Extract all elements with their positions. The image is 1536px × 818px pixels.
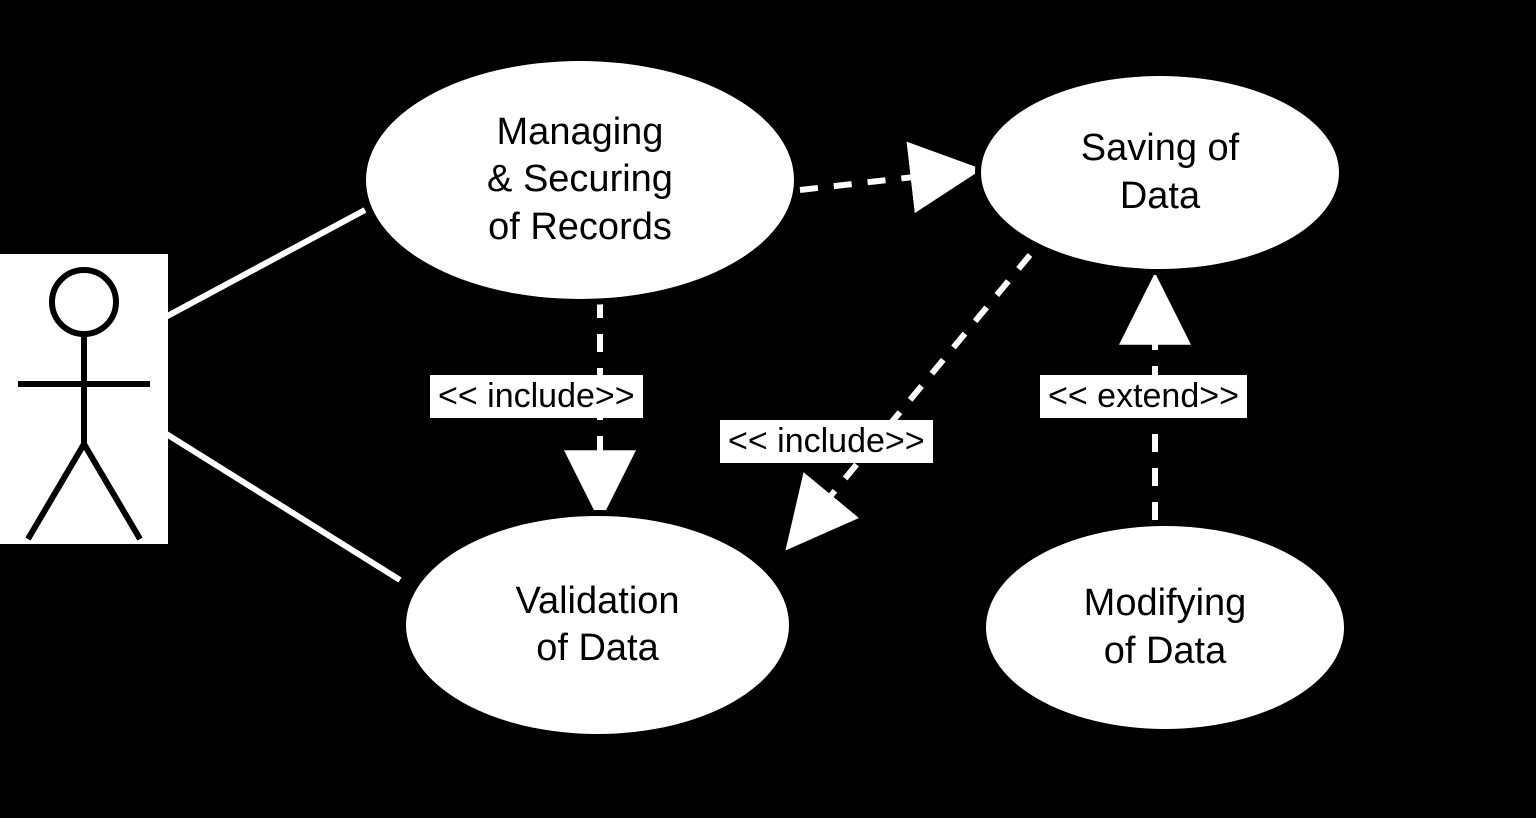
stereotype-include-1: << include>> [430, 375, 643, 418]
usecase-text: Validation [515, 580, 679, 622]
stereotype-extend: << extend>> [1040, 375, 1247, 418]
usecase-text: Data [1120, 175, 1200, 217]
usecase-managing-securing-records: Managing & Securing of Records [360, 55, 800, 305]
usecase-text: Modifying [1084, 582, 1247, 624]
usecase-validation-data: Validation of Data [400, 510, 795, 740]
usecase-text: Saving of [1081, 127, 1239, 169]
usecase-text: Managing [497, 111, 664, 153]
usecase-saving-data: Saving of Data [975, 70, 1345, 275]
usecase-text: & Securing [487, 158, 673, 200]
usecase-text: of Data [536, 627, 659, 669]
stereotype-include-2: << include>> [720, 420, 933, 463]
actor [0, 254, 168, 544]
actor-icon [0, 254, 168, 544]
usecase-modifying-data: Modifying of Data [980, 520, 1350, 735]
usecase-text: of Data [1104, 630, 1227, 672]
usecase-text: of Records [488, 206, 672, 248]
use-case-diagram: Managing & Securing of Records Saving of… [0, 0, 1536, 818]
